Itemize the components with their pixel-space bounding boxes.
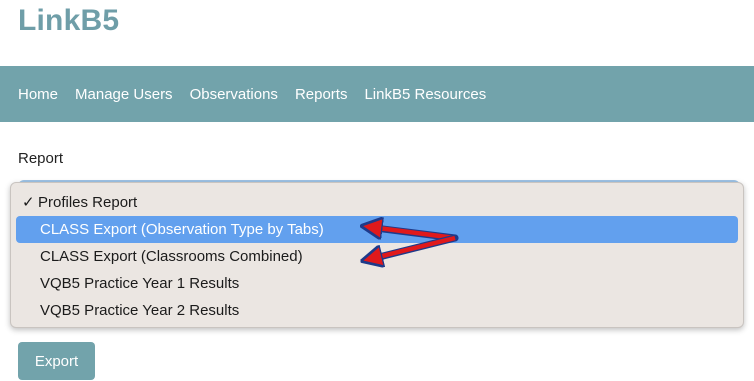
main-navbar: Home Manage Users Observations Reports L… xyxy=(0,66,754,122)
option-label: CLASS Export (Observation Type by Tabs) xyxy=(40,221,324,238)
option-label: Profiles Report xyxy=(38,194,138,211)
export-button[interactable]: Export xyxy=(18,342,95,380)
report-label: Report xyxy=(18,150,64,167)
checkmark-icon: ✓ xyxy=(22,194,35,211)
report-option-vqb5-year1[interactable]: VQB5 Practice Year 1 Results xyxy=(16,270,738,297)
nav-observations[interactable]: Observations xyxy=(190,86,278,103)
option-label: VQB5 Practice Year 2 Results xyxy=(40,302,240,319)
report-option-vqb5-year2[interactable]: VQB5 Practice Year 2 Results xyxy=(16,297,738,324)
report-option-class-export-combined[interactable]: CLASS Export (Classrooms Combined) xyxy=(16,243,738,270)
nav-manage-users[interactable]: Manage Users xyxy=(75,86,173,103)
report-option-profiles[interactable]: ✓ Profiles Report xyxy=(16,189,738,216)
option-label: CLASS Export (Classrooms Combined) xyxy=(40,248,303,265)
nav-reports[interactable]: Reports xyxy=(295,86,348,103)
report-option-class-export-tabs[interactable]: CLASS Export (Observation Type by Tabs) xyxy=(16,216,738,243)
nav-linkb5-resources[interactable]: LinkB5 Resources xyxy=(364,86,486,103)
report-dropdown-menu: ✓ Profiles Report CLASS Export (Observati… xyxy=(10,182,744,328)
app-title: LinkB5 xyxy=(18,4,120,37)
option-label: VQB5 Practice Year 1 Results xyxy=(40,275,240,292)
nav-home[interactable]: Home xyxy=(18,86,58,103)
